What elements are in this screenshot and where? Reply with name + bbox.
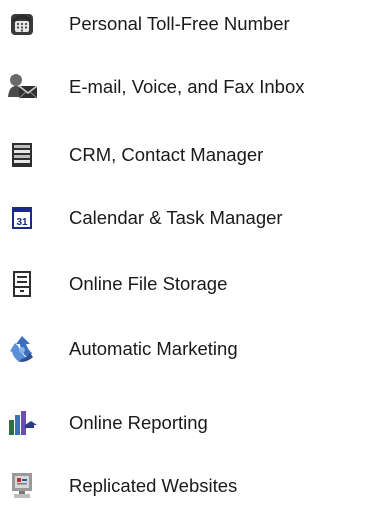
feature-item-inbox[interactable]: E-mail, Voice, and Fax Inbox — [0, 67, 376, 107]
feature-item-websites[interactable]: Replicated Websites — [0, 466, 376, 506]
feature-label: Automatic Marketing — [69, 338, 238, 359]
feature-label: Online Reporting — [69, 412, 208, 433]
bar-chart-arrow-icon — [9, 411, 37, 435]
contact-list-icon — [12, 143, 32, 167]
feature-label: Personal Toll-Free Number — [69, 13, 290, 34]
feature-label: CRM, Contact Manager — [69, 144, 264, 165]
file-cabinet-icon — [13, 271, 31, 297]
feature-item-marketing[interactable]: Automatic Marketing — [0, 329, 376, 369]
computer-monitor-icon — [12, 473, 32, 498]
feature-item-file-storage[interactable]: Online File Storage — [0, 264, 376, 304]
feature-label: Replicated Websites — [69, 475, 238, 496]
inbox-person-envelope-icon — [8, 74, 38, 99]
calendar-icon-date: 31 — [16, 217, 28, 228]
feature-list: Personal Toll-Free Number E-mail, Voice,… — [0, 0, 376, 510]
calendar-icon: 31 — [12, 207, 32, 229]
feature-item-reporting[interactable]: Online Reporting — [0, 403, 376, 443]
feature-item-crm[interactable]: CRM, Contact Manager — [0, 135, 376, 175]
feature-label: Online File Storage — [69, 273, 228, 294]
feature-label: E-mail, Voice, and Fax Inbox — [69, 76, 305, 97]
recycle-arrows-icon — [10, 336, 33, 362]
feature-label: Calendar & Task Manager — [69, 207, 283, 228]
feature-item-calendar[interactable]: 31 Calendar & Task Manager — [0, 198, 376, 238]
telephone-icon — [11, 14, 33, 35]
feature-item-toll-free[interactable]: Personal Toll-Free Number — [0, 4, 376, 44]
